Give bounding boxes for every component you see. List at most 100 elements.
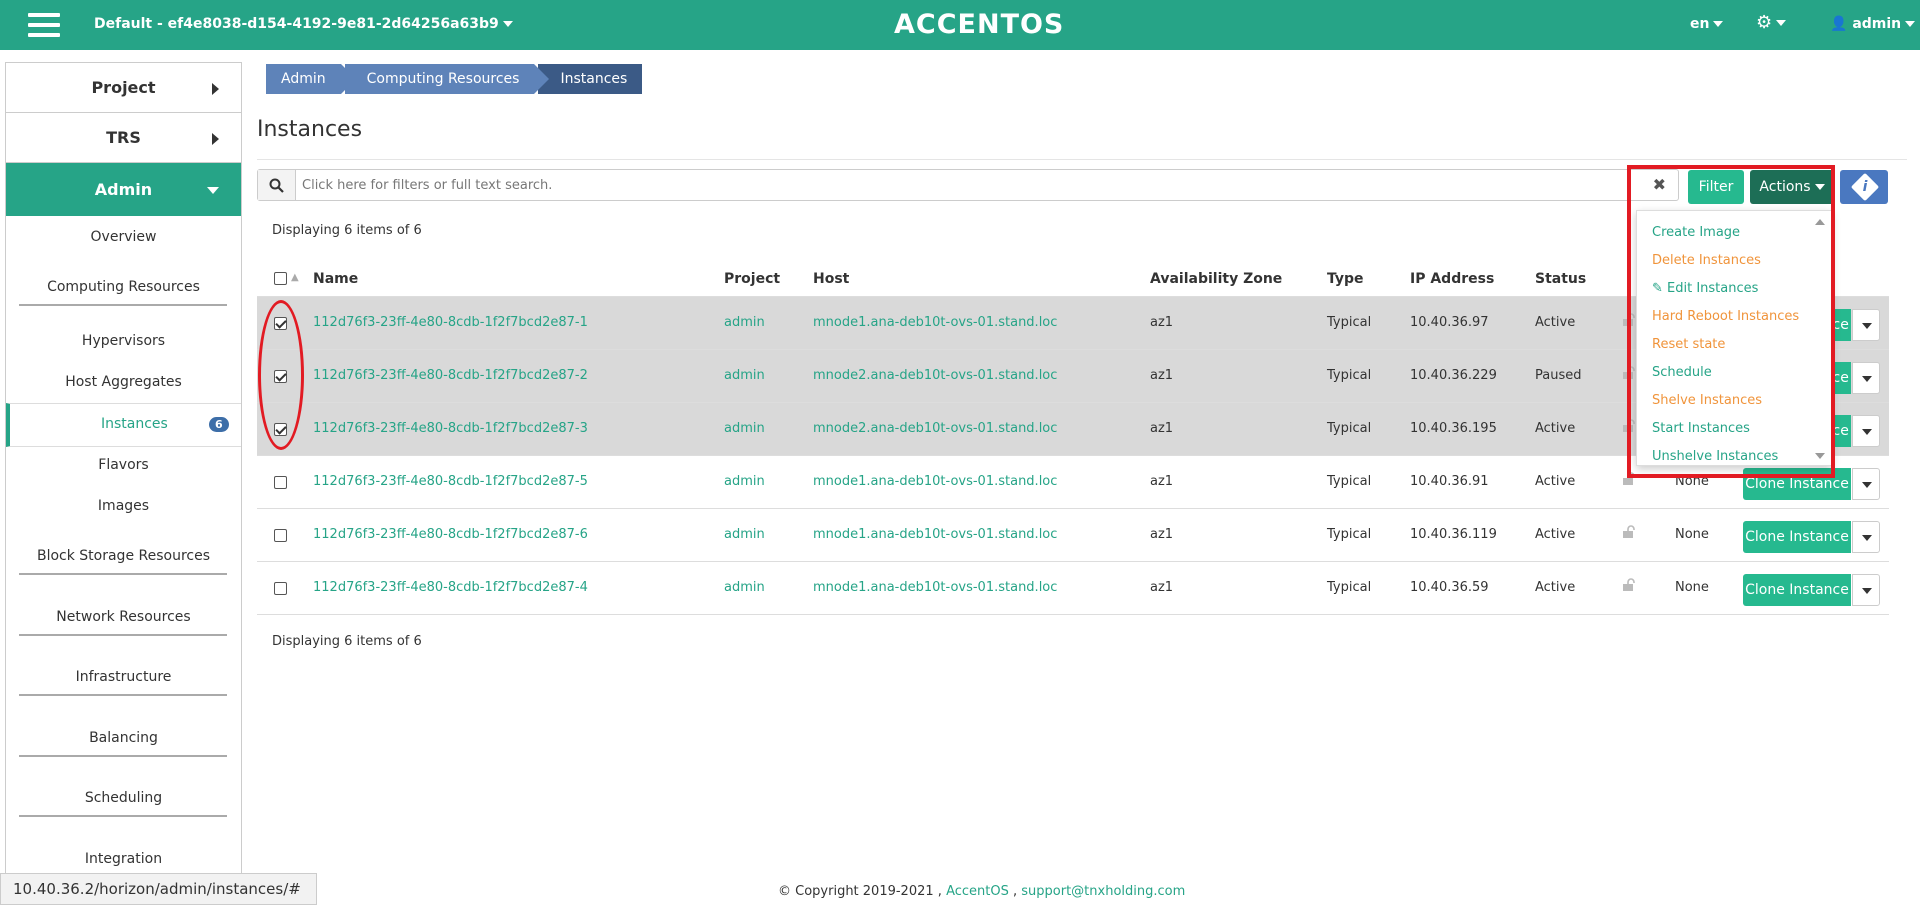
- ip-cell: 10.40.36.195: [1410, 421, 1497, 436]
- hamburger-menu-icon[interactable]: [28, 13, 60, 39]
- row-actions-dropdown[interactable]: [1852, 521, 1880, 553]
- action-item-reset-state[interactable]: Reset state: [1652, 337, 1725, 352]
- sidebar-item-integration[interactable]: Integration: [6, 851, 241, 867]
- action-item-schedule[interactable]: Schedule: [1652, 365, 1712, 380]
- sidebar-item-infrastructure[interactable]: Infrastructure: [6, 669, 241, 685]
- column-availability-zone[interactable]: Availability Zone: [1150, 271, 1282, 287]
- column-status[interactable]: Status: [1535, 271, 1586, 287]
- clone-instance-button[interactable]: Clone Instance: [1743, 574, 1851, 606]
- row-actions-dropdown[interactable]: [1852, 362, 1880, 394]
- type-cell: Typical: [1327, 580, 1372, 595]
- scroll-up-icon[interactable]: [1815, 219, 1825, 225]
- close-icon[interactable]: ✖: [1653, 175, 1666, 194]
- sidebar-item-scheduling[interactable]: Scheduling: [6, 790, 241, 806]
- unlock-icon: [1623, 525, 1635, 538]
- ip-cell: 10.40.36.229: [1410, 368, 1497, 383]
- row-checkbox[interactable]: [274, 317, 287, 330]
- language-selector[interactable]: en: [1690, 16, 1724, 32]
- project-link[interactable]: admin: [724, 474, 765, 489]
- sidebar-item-balancing[interactable]: Balancing: [6, 730, 241, 746]
- column-project[interactable]: Project: [724, 271, 780, 287]
- search-input[interactable]: [302, 174, 1602, 196]
- action-item-shelve-instances[interactable]: Shelve Instances: [1652, 393, 1762, 408]
- action-item-label: Reset state: [1652, 337, 1726, 352]
- sidebar-item-overview[interactable]: Overview: [6, 229, 241, 245]
- scroll-down-icon[interactable]: [1815, 453, 1825, 459]
- column-name[interactable]: Name: [313, 271, 358, 287]
- project-link[interactable]: admin: [724, 368, 765, 383]
- status-cell: Active: [1535, 580, 1576, 595]
- project-link[interactable]: admin: [724, 527, 765, 542]
- clone-instance-button[interactable]: Clone Instance: [1743, 468, 1851, 500]
- instance-name-link[interactable]: 112d76f3-23ff-4e80-8cdb-1f2f7bcd2e87-2: [313, 368, 588, 383]
- action-item-unshelve-instances[interactable]: Unshelve Instances: [1652, 449, 1778, 464]
- footer-separator: ,: [1012, 884, 1018, 899]
- host-link[interactable]: mnode1.ana-deb10t-ovs-01.stand.loc: [813, 315, 1057, 330]
- settings-menu[interactable]: ⚙: [1756, 12, 1787, 33]
- sidebar-item-host-aggregates[interactable]: Host Aggregates: [6, 374, 241, 390]
- host-link[interactable]: mnode1.ana-deb10t-ovs-01.stand.loc: [813, 580, 1057, 595]
- row-checkbox[interactable]: [274, 529, 287, 542]
- row-checkbox[interactable]: [274, 476, 287, 489]
- host-link[interactable]: mnode2.ana-deb10t-ovs-01.stand.loc: [813, 421, 1057, 436]
- sidebar-item-admin[interactable]: Admin: [6, 163, 241, 216]
- action-item-start-instances[interactable]: Start Instances: [1652, 421, 1750, 436]
- action-item-edit-instances[interactable]: ✎ Edit Instances: [1652, 281, 1758, 296]
- select-all-checkbox[interactable]: [274, 272, 287, 285]
- instance-name-link[interactable]: 112d76f3-23ff-4e80-8cdb-1f2f7bcd2e87-6: [313, 527, 588, 542]
- sidebar-item-network-resources[interactable]: Network Resources: [6, 609, 241, 625]
- footer-brand-link[interactable]: AccentOS: [946, 884, 1009, 899]
- instance-name-link[interactable]: 112d76f3-23ff-4e80-8cdb-1f2f7bcd2e87-1: [313, 315, 588, 330]
- footer-email-link[interactable]: support@tnxholding.com: [1021, 884, 1185, 899]
- breadcrumb-computing-resources[interactable]: Computing Resources: [344, 64, 550, 94]
- sidebar-item-images[interactable]: Images: [6, 498, 241, 514]
- column-type[interactable]: Type: [1327, 271, 1364, 287]
- instance-name-link[interactable]: 112d76f3-23ff-4e80-8cdb-1f2f7bcd2e87-3: [313, 421, 588, 436]
- breadcrumb-admin[interactable]: Admin: [266, 64, 356, 94]
- action-item-hard-reboot-instances[interactable]: Hard Reboot Instances: [1652, 309, 1799, 324]
- project-link[interactable]: admin: [724, 421, 765, 436]
- action-item-delete-instances[interactable]: Delete Instances: [1652, 253, 1761, 268]
- sidebar-item-flavors[interactable]: Flavors: [6, 457, 241, 473]
- host-link[interactable]: mnode1.ana-deb10t-ovs-01.stand.loc: [813, 527, 1057, 542]
- sidebar-item-trs[interactable]: TRS: [6, 113, 241, 163]
- column-host[interactable]: Host: [813, 271, 849, 287]
- action-item-create-image[interactable]: Create Image: [1652, 225, 1740, 240]
- action-item-label: Shelve Instances: [1652, 393, 1762, 408]
- logo: ACCENTOS: [894, 9, 1065, 40]
- sidebar-item-hypervisors[interactable]: Hypervisors: [6, 333, 241, 349]
- instance-name-link[interactable]: 112d76f3-23ff-4e80-8cdb-1f2f7bcd2e87-5: [313, 474, 588, 489]
- search-icon[interactable]: [258, 170, 296, 200]
- column-ip-address[interactable]: IP Address: [1410, 271, 1494, 287]
- sidebar-item-block-storage[interactable]: Block Storage Resources: [6, 548, 241, 564]
- user-menu[interactable]: 👤 admin: [1830, 16, 1916, 32]
- chevron-down-icon: [207, 187, 219, 194]
- row-actions-dropdown[interactable]: [1852, 468, 1880, 500]
- actions-button[interactable]: Actions: [1750, 170, 1834, 204]
- row-actions-dropdown[interactable]: [1852, 574, 1880, 606]
- sort-asc-icon[interactable]: ▲: [291, 272, 299, 283]
- host-link[interactable]: mnode2.ana-deb10t-ovs-01.stand.loc: [813, 368, 1057, 383]
- status-cell: Active: [1535, 474, 1576, 489]
- instance-name-link[interactable]: 112d76f3-23ff-4e80-8cdb-1f2f7bcd2e87-4: [313, 580, 588, 595]
- filter-button[interactable]: Filter: [1688, 170, 1744, 204]
- row-checkbox[interactable]: [274, 370, 287, 383]
- table-bottom-rule: [257, 614, 1889, 615]
- chevron-down-icon: [1814, 184, 1825, 190]
- clone-instance-button[interactable]: Clone Instance: [1743, 521, 1851, 553]
- row-checkbox[interactable]: [274, 423, 287, 436]
- sidebar-divider: [19, 815, 227, 817]
- host-link[interactable]: mnode1.ana-deb10t-ovs-01.stand.loc: [813, 474, 1057, 489]
- row-actions-dropdown[interactable]: [1852, 309, 1880, 341]
- action-item-label: Start Instances: [1652, 421, 1750, 436]
- sidebar-item-project[interactable]: Project: [6, 63, 241, 113]
- row-checkbox[interactable]: [274, 582, 287, 595]
- sidebar-item-computing-resources[interactable]: Computing Resources: [6, 279, 241, 295]
- sidebar-item-instances[interactable]: Instances 6: [6, 403, 241, 447]
- project-link[interactable]: admin: [724, 580, 765, 595]
- info-button[interactable]: i: [1840, 170, 1888, 204]
- project-selector[interactable]: Default - ef4e8038-d154-4192-9e81-2d6425…: [94, 16, 513, 32]
- project-link[interactable]: admin: [724, 315, 765, 330]
- zone-cell: az1: [1150, 421, 1174, 436]
- row-actions-dropdown[interactable]: [1852, 415, 1880, 447]
